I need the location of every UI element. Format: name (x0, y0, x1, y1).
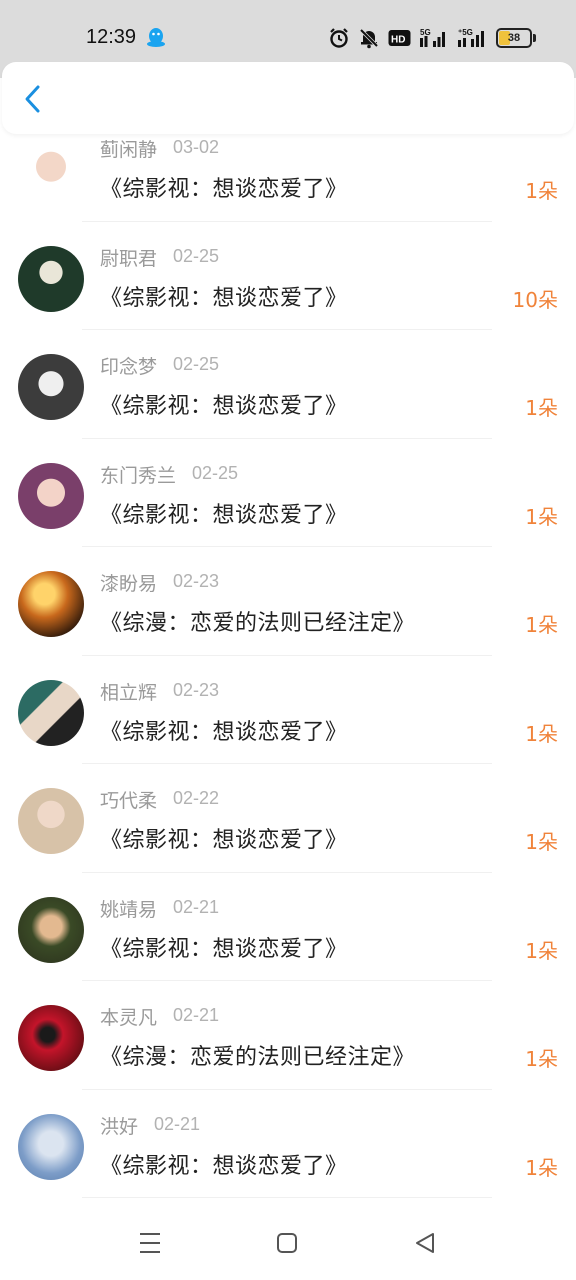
book-title: 《综影视：想谈恋爱了》 (100, 177, 348, 202)
back-nav-button[interactable] (412, 1230, 438, 1256)
avatar[interactable] (18, 1005, 84, 1071)
gift-date: 02-21 (173, 1005, 220, 1025)
gift-date: 02-22 (173, 788, 220, 808)
gift-date: 02-25 (192, 462, 239, 483)
user-name: 漆盼易 (100, 573, 158, 595)
gift-amount: 1朵 (525, 1155, 558, 1180)
top-header (2, 62, 574, 134)
book-title: 《综影视：想谈恋爱了》 (100, 719, 348, 745)
menu-icon (140, 1233, 160, 1253)
list-item[interactable]: 尉职君 02-25 《综影视：想谈恋爱了》 10朵 (0, 222, 576, 330)
list-item[interactable]: 洪好 02-21 《综影视：想谈恋爱了》 1朵 (0, 1090, 576, 1198)
gift-amount: 1朵 (525, 613, 558, 637)
gift-amount: 1朵 (525, 179, 558, 203)
gift-date: 03-02 (173, 137, 220, 157)
chevron-left-icon (25, 85, 40, 113)
avatar[interactable] (18, 245, 84, 312)
list-item[interactable]: 姚靖易 02-21 《综影视：想谈恋爱了》 1朵 (0, 873, 576, 981)
avatar[interactable] (18, 679, 84, 746)
gift-amount: 10朵 (512, 287, 558, 312)
back-triangle-icon (416, 1233, 434, 1253)
list-item[interactable]: 巧代柔 02-22 《综影视：想谈恋爱了》 1朵 (0, 764, 576, 873)
gift-amount: 1朵 (525, 721, 558, 746)
svg-text:HD: HD (391, 35, 405, 46)
list-item[interactable]: 东门秀兰 02-25 《综影视：想谈恋爱了》 1朵 (0, 439, 576, 547)
back-button[interactable] (16, 82, 50, 116)
book-title: 《综影视：想谈恋爱了》 (100, 394, 348, 419)
user-name: 东门秀兰 (100, 464, 177, 487)
alarm-icon (330, 28, 348, 48)
list-item[interactable]: 本灵凡 02-21 《综漫：恋爱的法则已经注定》 1朵 (0, 981, 576, 1090)
book-title: 《综影视：想谈恋爱了》 (100, 502, 348, 528)
gift-amount: 1朵 (525, 1047, 558, 1071)
avatar[interactable] (18, 354, 84, 420)
book-title: 《综漫：恋爱的法则已经注定》 (100, 611, 416, 636)
battery-level: 38 (507, 32, 521, 44)
gift-date: 02-21 (173, 896, 220, 917)
gift-date: 02-25 (173, 354, 220, 374)
user-name: 尉职君 (100, 247, 158, 270)
book-title: 《综影视：想谈恋爱了》 (100, 1153, 348, 1179)
hd-icon: HD (388, 30, 411, 46)
status-time: 12:39 (86, 26, 137, 48)
status-icons: HD 5G ⁺5G 38 (328, 26, 536, 50)
user-name: 洪好 (100, 1115, 139, 1138)
gift-date: 02-25 (173, 245, 220, 266)
user-name: 印念梦 (100, 356, 158, 378)
battery-icon: 38 (496, 28, 532, 48)
qq-icon (147, 28, 165, 47)
gift-record-list: 蓟闲静 03-02 《综影视：想谈恋爱了》 1朵 尉职君 02-25 《综影视：想谈恋爱了》… (0, 113, 576, 1198)
svg-text:⁺5G: ⁺5G (458, 28, 473, 37)
system-navbar (0, 1200, 576, 1280)
book-title: 《综影视：想谈恋爱了》 (100, 936, 348, 962)
avatar[interactable] (18, 137, 84, 203)
svg-text:5G: 5G (420, 28, 431, 37)
list-item[interactable]: 印念梦 02-25 《综影视：想谈恋爱了》 1朵 (0, 330, 576, 439)
book-title: 《综漫：恋爱的法则已经注定》 (100, 1045, 416, 1070)
gift-amount: 1朵 (525, 504, 558, 529)
row-divider (82, 1197, 492, 1198)
gift-date: 02-23 (173, 571, 220, 591)
gift-date: 02-21 (154, 1113, 201, 1134)
user-name: 巧代柔 (100, 790, 158, 812)
user-name: 相立辉 (100, 681, 158, 704)
gift-amount: 1朵 (525, 938, 558, 963)
list-item[interactable]: 相立辉 02-23 《综影视：想谈恋爱了》 1朵 (0, 656, 576, 764)
user-name: 蓟闲静 (100, 139, 158, 161)
gift-amount: 1朵 (525, 396, 558, 420)
mute-icon (359, 28, 379, 49)
menu-button[interactable] (137, 1230, 163, 1256)
book-title: 《综影视：想谈恋爱了》 (100, 285, 348, 311)
avatar[interactable] (18, 1113, 84, 1180)
gift-amount: 1朵 (525, 830, 558, 854)
book-title: 《综影视：想谈恋爱了》 (100, 828, 348, 853)
avatar[interactable] (18, 788, 84, 854)
avatar[interactable] (18, 462, 84, 529)
signal-5g-icon: ⁺5G (458, 28, 484, 47)
home-button[interactable] (274, 1230, 300, 1256)
home-square-icon (277, 1233, 297, 1253)
list-item[interactable]: 漆盼易 02-23 《综漫：恋爱的法则已经注定》 1朵 (0, 547, 576, 656)
user-name: 本灵凡 (100, 1007, 158, 1029)
user-name: 姚靖易 (100, 898, 158, 921)
avatar[interactable] (18, 896, 84, 963)
signal-5g-icon: 5G (420, 28, 445, 47)
gift-date: 02-23 (173, 679, 220, 700)
avatar[interactable] (18, 571, 84, 637)
